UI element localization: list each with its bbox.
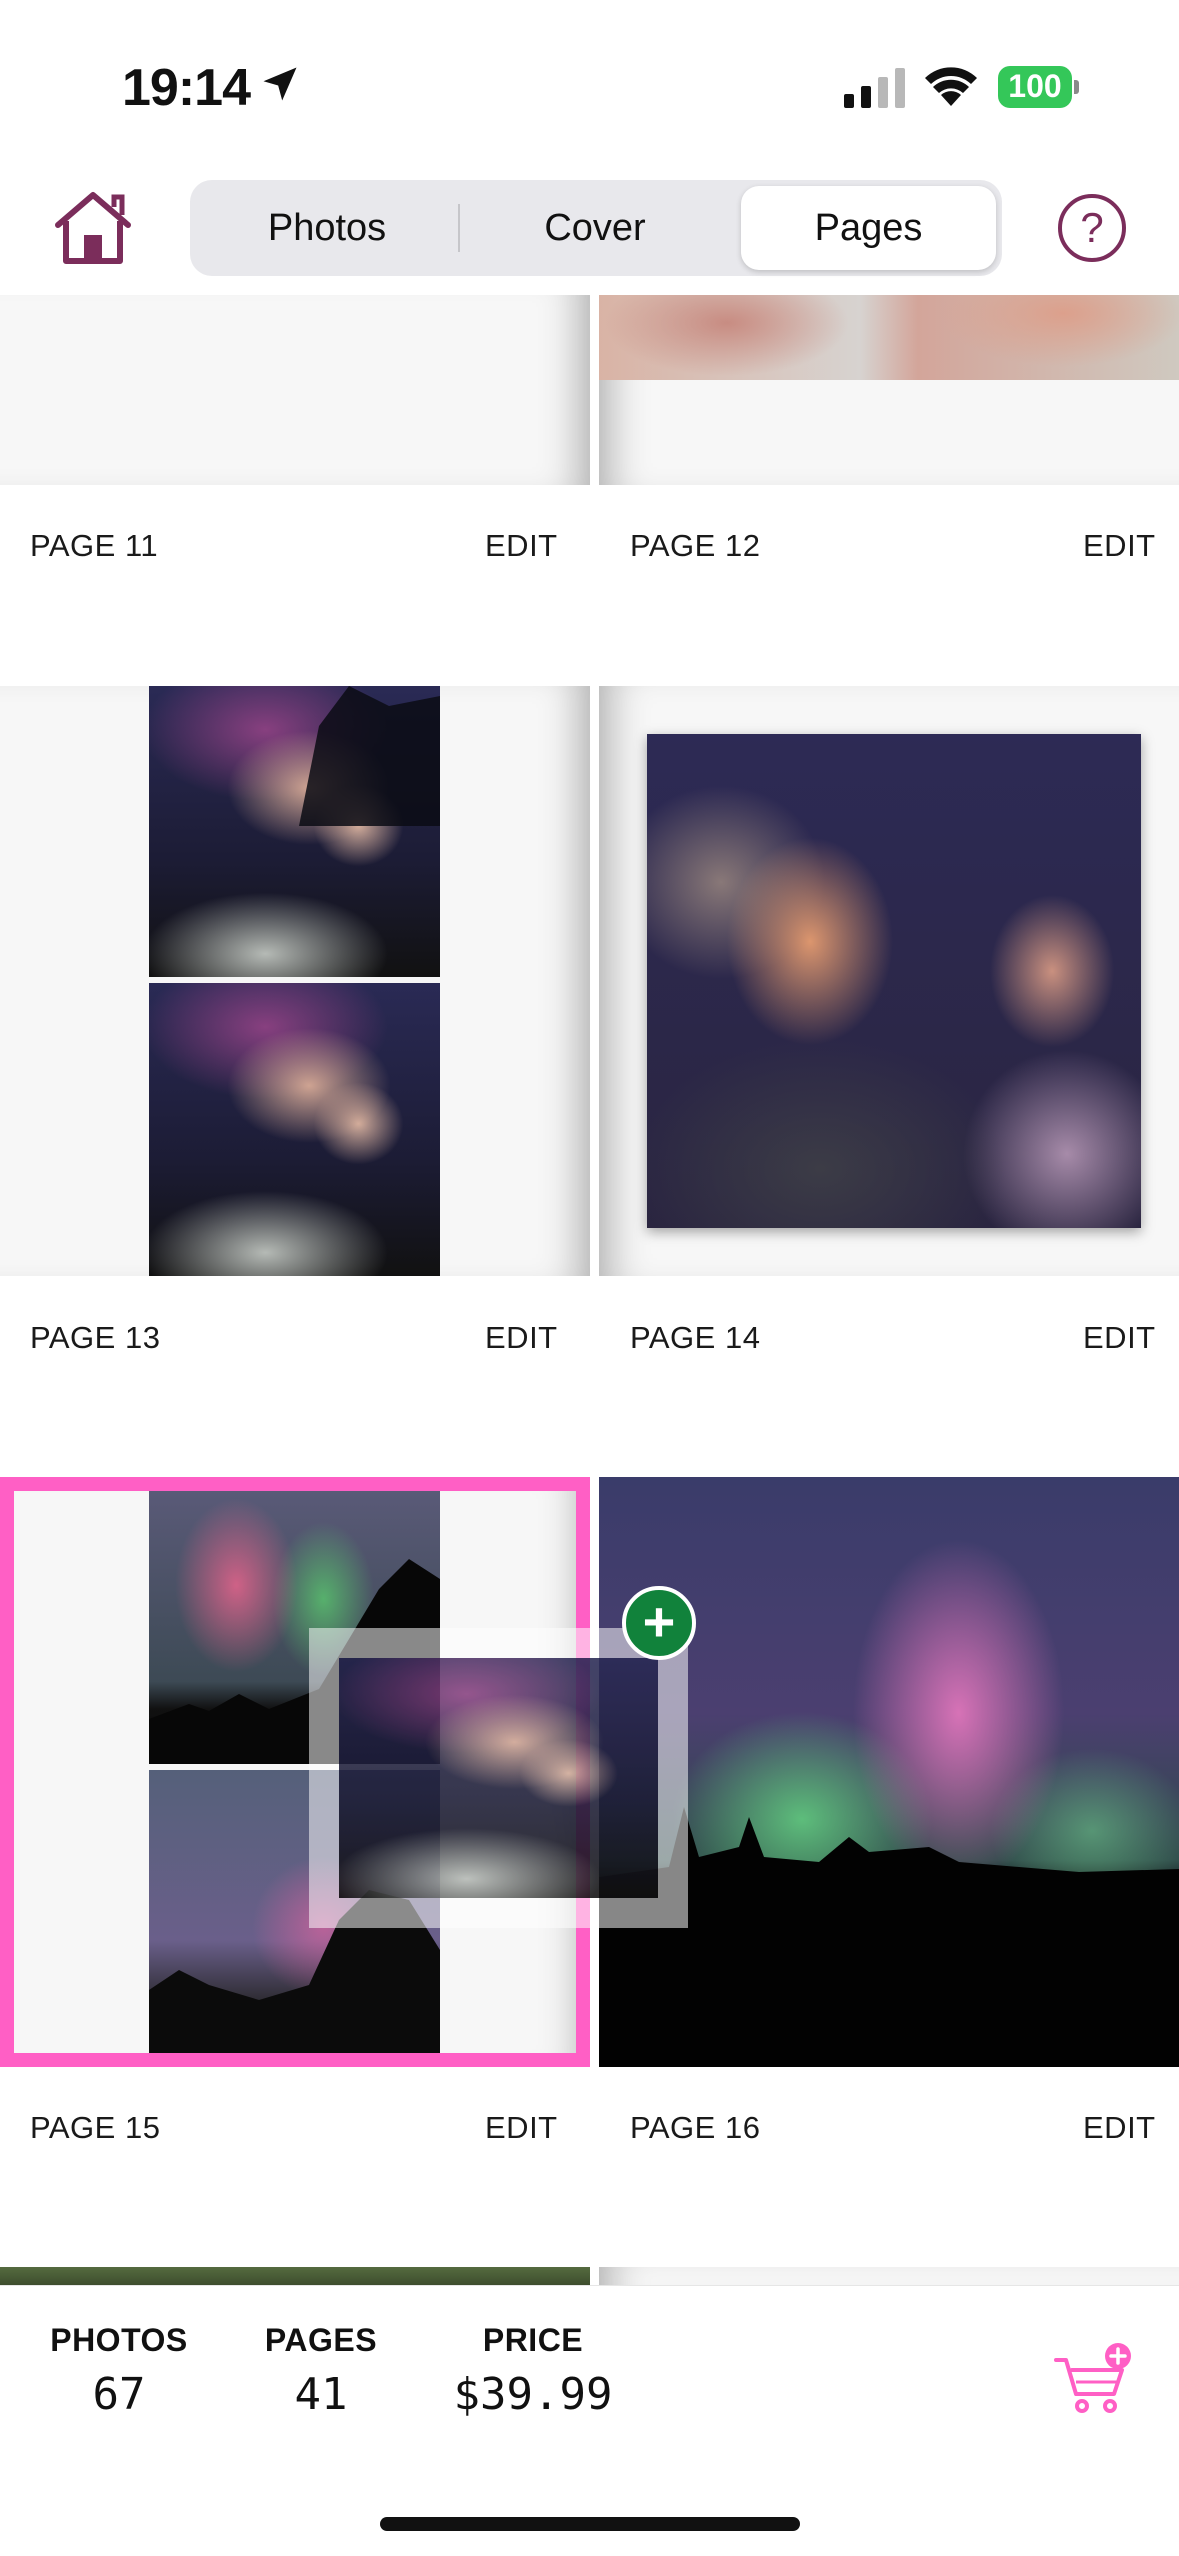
page-17-thumbnail[interactable] — [0, 2267, 590, 2285]
tree-silhouette — [299, 686, 440, 826]
order-summary-bar: PHOTOS 67 PAGES 41 PRICE $39.99 — [0, 2285, 1179, 2556]
top-nav: Photos Cover Pages ? — [0, 160, 1179, 295]
page-16-label: PAGE 16 — [630, 2110, 761, 2145]
page-13-label: PAGE 13 — [30, 1320, 161, 1355]
photos-count: 67 — [92, 2369, 146, 2420]
price-value: $39.99 — [453, 2369, 613, 2420]
page-13-edit-link[interactable]: EDIT — [485, 1320, 558, 1356]
cellular-signal-icon — [844, 68, 905, 108]
question-mark-icon: ? — [1080, 204, 1104, 251]
photo-smiling-family — [647, 734, 1141, 1228]
photo-group-selfie-2 — [149, 983, 440, 1276]
pages-grid[interactable]: PAGE 11 EDIT PAGE 12 EDIT PAGE 13 EDIT P… — [0, 295, 1179, 2285]
pages-count: 41 — [294, 2369, 348, 2420]
status-bar: 19:14 100 — [0, 0, 1179, 160]
page-12-thumbnail[interactable] — [599, 295, 1179, 485]
page-14-label: PAGE 14 — [630, 1320, 761, 1355]
battery-cap — [1074, 80, 1079, 94]
page-15-label: PAGE 15 — [30, 2110, 161, 2145]
page-11-thumbnail[interactable] — [0, 295, 590, 485]
page-11-edit-link[interactable]: EDIT — [485, 528, 558, 564]
tab-cover[interactable]: Cover — [464, 186, 726, 270]
photos-label: PHOTOS — [50, 2322, 188, 2358]
page-16-thumbnail[interactable] — [599, 1477, 1179, 2067]
photos-stat: PHOTOS 67 — [48, 2322, 190, 2420]
segment-divider — [458, 204, 460, 252]
photo-group-selfie-1 — [149, 686, 440, 977]
status-time: 19:14 — [122, 59, 251, 117]
section-segmented-control: Photos Cover Pages — [190, 180, 1002, 276]
location-arrow-icon — [263, 67, 297, 101]
photo-faces-crop — [599, 295, 1179, 380]
tree-silhouette — [599, 1807, 1179, 2067]
page-16-edit-link[interactable]: EDIT — [1083, 2110, 1156, 2146]
wifi-icon — [925, 67, 977, 106]
pages-label: PAGES — [264, 2322, 378, 2358]
photo-aurora-landscape — [599, 1477, 1179, 2067]
page-13-thumbnail[interactable] — [0, 686, 590, 1276]
page-14-edit-link[interactable]: EDIT — [1083, 1320, 1156, 1356]
page-12-edit-link[interactable]: EDIT — [1083, 528, 1156, 564]
battery-indicator: 100 — [998, 66, 1079, 108]
cart-add-icon[interactable] — [1052, 2342, 1136, 2418]
page-11-label: PAGE 11 — [30, 528, 159, 563]
help-button[interactable]: ? — [1058, 194, 1126, 262]
pages-stat: PAGES 41 — [260, 2322, 382, 2420]
page-12-label: PAGE 12 — [630, 528, 761, 563]
home-icon[interactable] — [50, 185, 136, 271]
price-stat: PRICE $39.99 — [446, 2322, 620, 2420]
dragged-photo[interactable] — [339, 1658, 658, 1898]
page-14-thumbnail[interactable] — [599, 686, 1179, 1276]
page-18-thumbnail[interactable] — [599, 2267, 1179, 2285]
add-photo-badge: + — [622, 1586, 696, 1660]
page-15-edit-link[interactable]: EDIT — [485, 2110, 558, 2146]
tab-pages[interactable]: Pages — [741, 186, 996, 270]
price-label: PRICE — [482, 2322, 584, 2358]
tab-photos[interactable]: Photos — [196, 186, 458, 270]
battery-level: 100 — [1008, 68, 1062, 104]
home-indicator[interactable] — [380, 2517, 800, 2531]
